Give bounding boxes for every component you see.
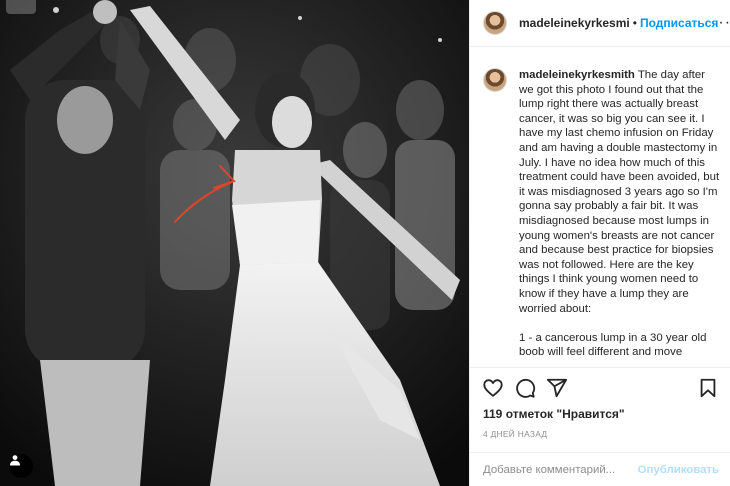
post-photo[interactable] <box>0 0 469 486</box>
separator-dot: • <box>632 16 637 30</box>
user-tag-button[interactable] <box>9 454 33 478</box>
caption-username[interactable]: madeleinekyrkesmith <box>519 69 635 81</box>
likes-count[interactable]: 119 отметок "Нравится" <box>483 407 625 421</box>
publish-button[interactable]: Опубликовать <box>638 464 719 476</box>
post-header: madeleinekyrkesmi • Подписаться ··· <box>470 0 730 47</box>
avatar[interactable] <box>483 11 507 35</box>
follow-button[interactable]: Подписаться <box>640 16 718 30</box>
caption-text: The day after we got this photo I found … <box>519 69 720 359</box>
comment-input[interactable] <box>483 463 638 476</box>
avatar[interactable] <box>483 68 507 92</box>
action-bar <box>470 367 730 407</box>
heart-icon[interactable] <box>482 377 504 399</box>
caption: madeleinekyrkesmith The day after we got… <box>519 68 720 366</box>
photo-corner-overlay <box>6 0 36 14</box>
caption-area: madeleinekyrkesmith The day after we got… <box>470 48 730 366</box>
bookmark-icon[interactable] <box>697 377 719 399</box>
paper-plane-icon[interactable] <box>546 377 568 399</box>
post-date[interactable]: 4 ДНЕЙ НАЗАД <box>483 429 547 439</box>
post-username[interactable]: madeleinekyrkesmi <box>519 16 630 30</box>
more-options-icon[interactable]: ··· <box>718 15 730 31</box>
post-side-panel: madeleinekyrkesmi • Подписаться ··· made… <box>469 0 730 486</box>
comment-icon[interactable] <box>514 377 536 399</box>
wedding-photo <box>0 0 469 486</box>
comment-bar: Опубликовать <box>470 452 730 486</box>
